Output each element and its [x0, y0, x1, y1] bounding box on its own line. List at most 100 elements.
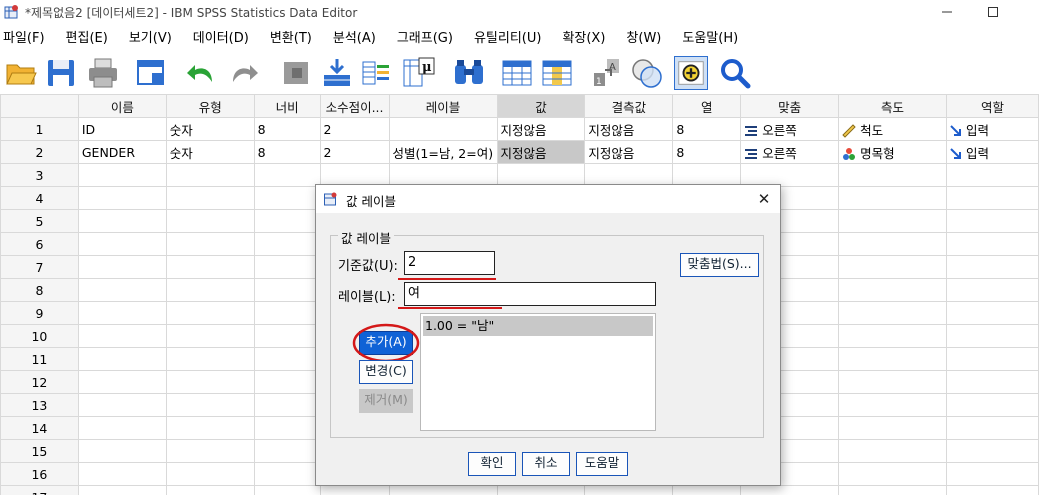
empty-cell[interactable] [838, 370, 947, 394]
empty-cell[interactable] [165, 255, 255, 279]
empty-cell[interactable] [945, 232, 1039, 256]
empty-cell[interactable] [388, 485, 498, 495]
empty-cell[interactable] [77, 324, 167, 348]
menu-utilities[interactable]: 유틸리티(U) [471, 28, 552, 50]
menu-analyze[interactable]: 분석(A) [330, 28, 386, 50]
help-button[interactable]: 도움말 [576, 452, 628, 476]
insert-variable-icon[interactable] [540, 56, 574, 90]
empty-cell[interactable] [77, 439, 167, 463]
empty-cell[interactable] [253, 186, 321, 210]
cell-role[interactable]: 입력 [945, 117, 1039, 141]
column-header-type[interactable]: 유형 [165, 94, 255, 118]
empty-cell[interactable] [838, 393, 947, 417]
empty-cell[interactable] [945, 255, 1039, 279]
cell-width[interactable]: 8 [253, 117, 321, 141]
find-icon[interactable] [452, 56, 486, 90]
goto-case-icon[interactable] [280, 56, 314, 90]
empty-cell[interactable] [838, 186, 947, 210]
empty-cell[interactable] [165, 485, 255, 495]
cell-name[interactable]: GENDER [77, 140, 167, 164]
menu-file[interactable]: 파일(F) [0, 28, 55, 50]
weight-cases-icon[interactable] [630, 56, 664, 90]
insert-cases-icon[interactable] [500, 56, 534, 90]
menu-edit[interactable]: 편집(E) [63, 28, 118, 50]
empty-cell[interactable] [77, 163, 167, 187]
redo-icon[interactable] [226, 56, 260, 90]
empty-cell[interactable] [165, 370, 255, 394]
empty-cell[interactable] [77, 209, 167, 233]
empty-cell[interactable] [253, 255, 321, 279]
ok-button[interactable]: 확인 [468, 452, 516, 476]
empty-cell[interactable] [253, 393, 321, 417]
empty-cell[interactable] [838, 301, 947, 325]
row-header[interactable]: 1 [0, 117, 79, 141]
empty-cell[interactable] [838, 439, 947, 463]
empty-cell[interactable] [672, 485, 742, 495]
variables-icon[interactable] [360, 56, 394, 90]
goto-variable-icon[interactable] [320, 56, 354, 90]
empty-cell[interactable] [253, 163, 321, 187]
empty-cell[interactable] [77, 232, 167, 256]
menu-help[interactable]: 도움말(H) [679, 28, 748, 50]
cell-align[interactable]: 오른쪽 [740, 140, 840, 164]
empty-cell[interactable] [945, 301, 1039, 325]
cell-type[interactable]: 숫자 [165, 117, 255, 141]
menu-transform[interactable]: 변환(T) [267, 28, 322, 50]
cell-align[interactable]: 오른쪽 [740, 117, 840, 141]
column-header-align[interactable]: 맞춤 [740, 94, 840, 118]
search-icon[interactable] [718, 56, 752, 90]
empty-cell[interactable] [165, 462, 255, 486]
row-header[interactable]: 16 [0, 462, 79, 486]
menu-graphs[interactable]: 그래프(G) [394, 28, 463, 50]
empty-cell[interactable] [945, 186, 1039, 210]
row-header[interactable]: 7 [0, 255, 79, 279]
value-input[interactable]: 2 [404, 251, 495, 275]
empty-cell[interactable] [945, 163, 1039, 187]
menu-extensions[interactable]: 확장(X) [559, 28, 615, 50]
maximize-button[interactable] [970, 0, 1016, 24]
cell-decimals[interactable]: 2 [319, 140, 390, 164]
save-icon[interactable] [44, 56, 78, 90]
empty-cell[interactable] [165, 347, 255, 371]
empty-cell[interactable] [838, 278, 947, 302]
menu-data[interactable]: 데이터(D) [190, 28, 259, 50]
cell-role[interactable]: 입력 [945, 140, 1039, 164]
empty-cell[interactable] [253, 209, 321, 233]
cell-values-selected[interactable]: 지정않음 [496, 140, 586, 164]
row-header[interactable]: 2 [0, 140, 79, 164]
empty-cell[interactable] [838, 485, 947, 495]
cell-name[interactable]: ID [77, 117, 167, 141]
empty-cell[interactable] [945, 485, 1039, 495]
recall-dialog-icon[interactable] [134, 56, 168, 90]
empty-cell[interactable] [838, 462, 947, 486]
empty-cell[interactable] [77, 347, 167, 371]
row-header[interactable]: 13 [0, 393, 79, 417]
column-header-columns[interactable]: 열 [672, 94, 742, 118]
empty-cell[interactable] [253, 416, 321, 440]
empty-cell[interactable] [838, 416, 947, 440]
empty-cell[interactable] [253, 485, 321, 495]
empty-cell[interactable] [945, 462, 1039, 486]
menu-view[interactable]: 보기(V) [126, 28, 182, 50]
row-header[interactable]: 10 [0, 324, 79, 348]
undo-icon[interactable] [185, 56, 219, 90]
cell-measure[interactable]: 명목형 [838, 140, 947, 164]
column-header-measure[interactable]: 측도 [838, 94, 947, 118]
empty-cell[interactable] [253, 370, 321, 394]
empty-cell[interactable] [945, 416, 1039, 440]
empty-cell[interactable] [838, 347, 947, 371]
column-header-values[interactable]: 값 [496, 94, 586, 118]
empty-cell[interactable] [945, 209, 1039, 233]
empty-cell[interactable] [496, 485, 586, 495]
empty-cell[interactable] [838, 209, 947, 233]
empty-cell[interactable] [319, 485, 390, 495]
cell-width[interactable]: 8 [253, 140, 321, 164]
split-file-icon[interactable]: A 1 [590, 56, 624, 90]
cell-label[interactable] [388, 117, 498, 141]
cell-missing[interactable]: 지정않음 [584, 140, 674, 164]
empty-cell[interactable] [165, 439, 255, 463]
empty-cell[interactable] [165, 324, 255, 348]
cell-label[interactable]: 성별(1=남, 2=여) [388, 140, 498, 164]
empty-cell[interactable] [945, 370, 1039, 394]
cell-columns[interactable]: 8 [672, 140, 742, 164]
